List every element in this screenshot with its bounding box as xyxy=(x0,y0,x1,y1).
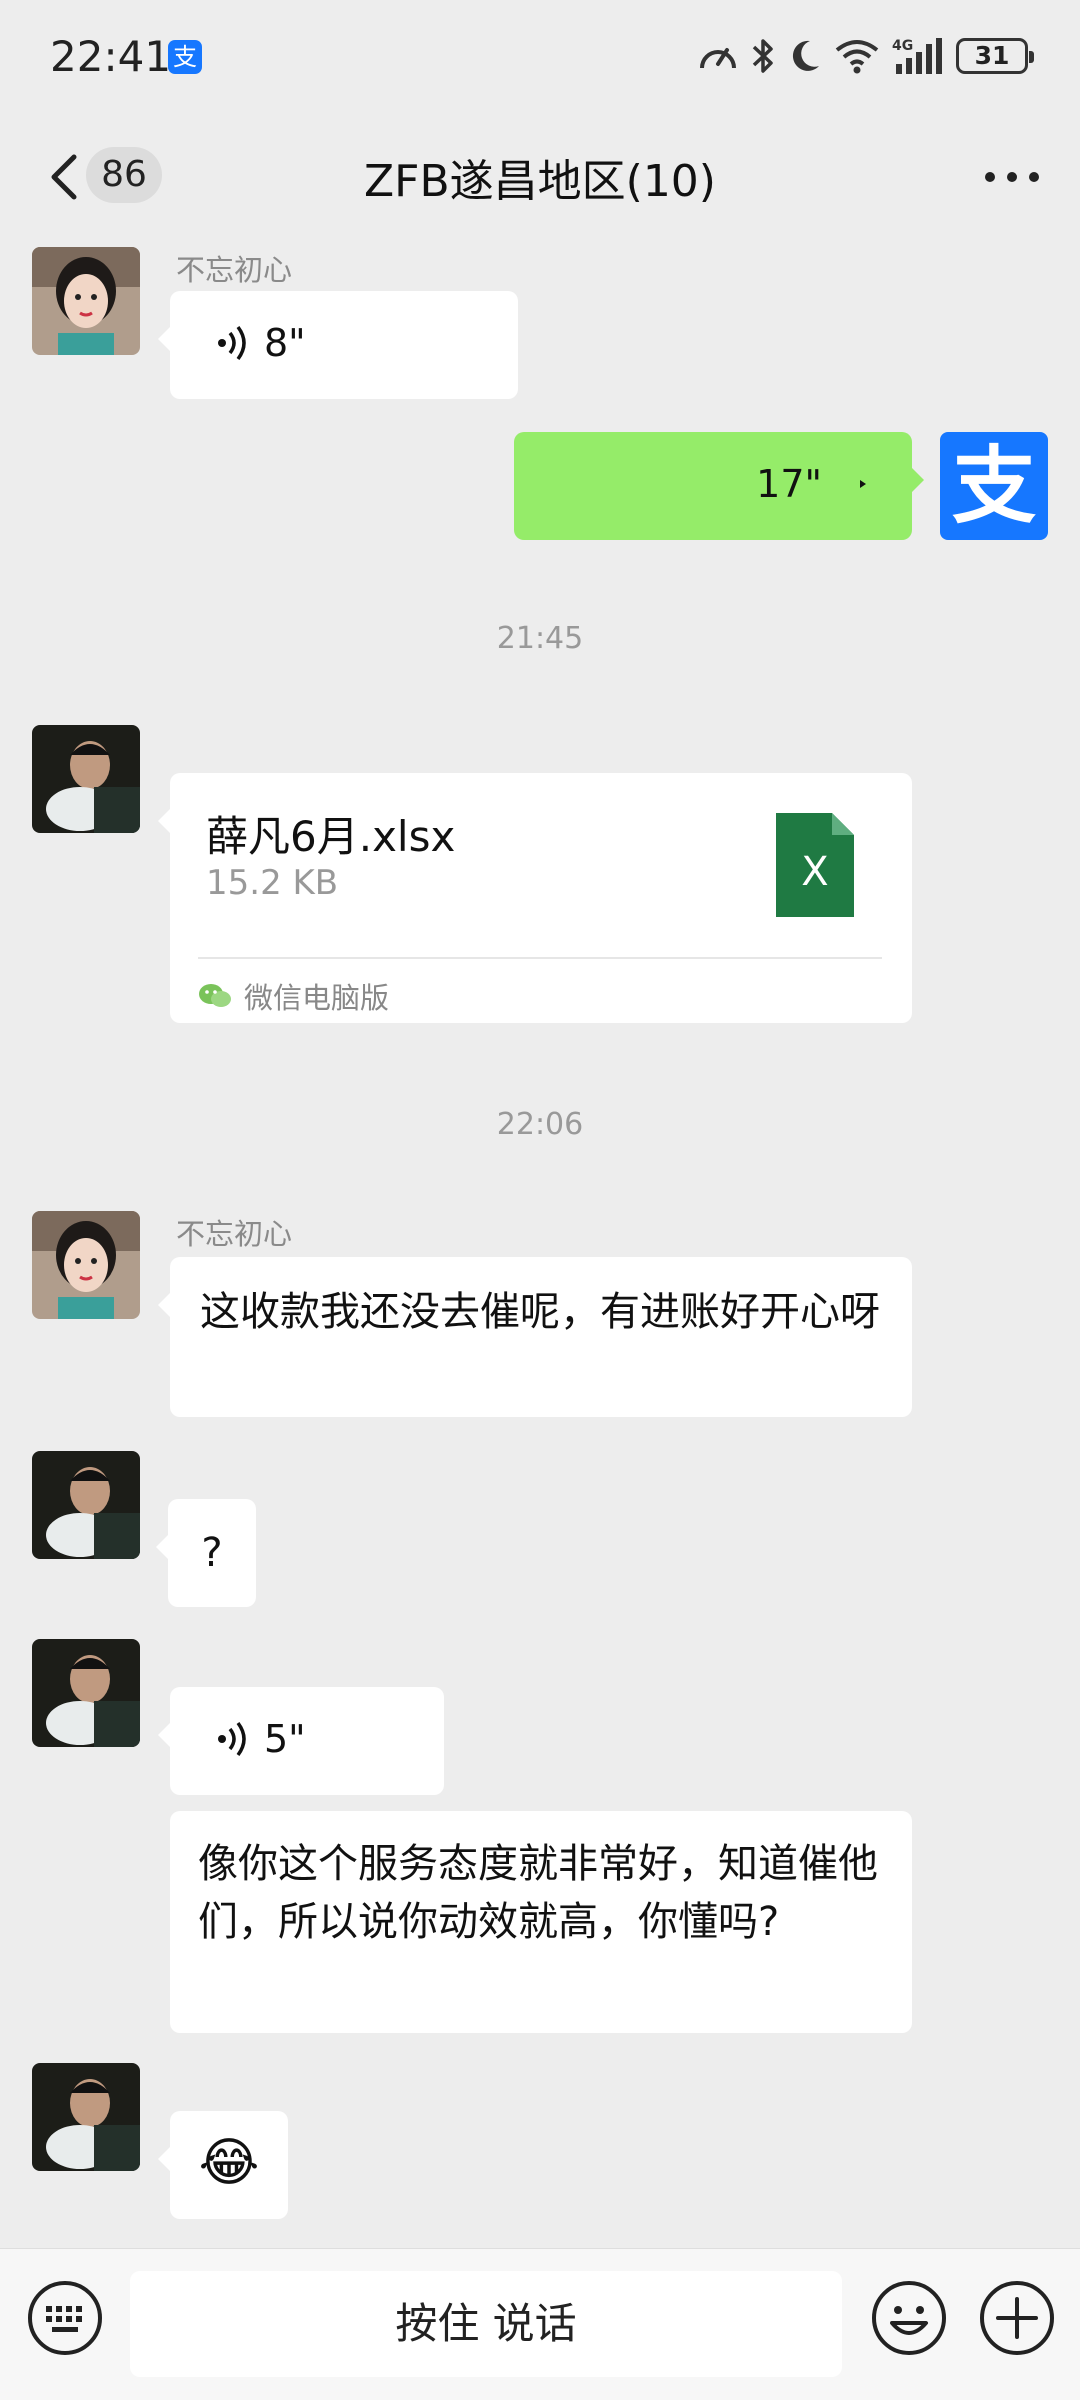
emoji-message[interactable]: 😂 xyxy=(158,2111,288,2219)
voice-wave-icon xyxy=(218,1721,246,1757)
message-text: 像你这个服务态度就非常好，知道催他们，所以说你动效就高，你懂吗? xyxy=(198,1841,878,1945)
chat-header: 86 ZFB遂昌地区(10) xyxy=(0,115,1080,239)
moon-icon xyxy=(792,40,819,71)
divider xyxy=(198,957,882,959)
text-message[interactable]: ? xyxy=(156,1499,256,1607)
status-bar: 22:41 支 4G 31 xyxy=(0,0,1080,115)
bluetooth-icon xyxy=(752,39,773,73)
timestamp-separator: 21:45 xyxy=(496,621,584,656)
voice-message[interactable]: 8" xyxy=(158,291,518,399)
voice-duration: 17" xyxy=(756,462,822,506)
file-source: 微信电脑版 xyxy=(198,975,389,1017)
avatar-buwangchuxin[interactable] xyxy=(32,1211,140,1319)
file-size: 15.2 KB xyxy=(206,863,339,903)
hold-to-talk-button[interactable]: 按住 说话 xyxy=(130,2271,842,2377)
input-bar: 按住 说话 xyxy=(0,2248,1080,2400)
keyboard-toggle-icon[interactable] xyxy=(26,2279,104,2357)
avatar-buwangchuxin[interactable] xyxy=(32,247,140,355)
timestamp-separator: 22:06 xyxy=(496,1107,584,1142)
avatar-male[interactable] xyxy=(32,725,140,833)
message-text: 这收款我还没去催呢，有进账好开心呀 xyxy=(200,1289,880,1335)
message-list[interactable]: 不忘初心 8" 17" 支 21:45 薛凡6月.xlsx 15.2 KB X xyxy=(0,239,1080,2248)
laughing-tears-emoji: 😂 xyxy=(198,2133,260,2193)
voice-wave-icon xyxy=(860,480,866,488)
sender-name: 不忘初心 xyxy=(176,253,293,287)
chat-screen: 22:41 支 4G 31 86 ZFB遂昌地区(10) 不忘初心 8" 17"… xyxy=(0,0,1080,2400)
excel-glyph: X xyxy=(801,849,828,895)
more-actions-plus-icon[interactable] xyxy=(978,2279,1056,2357)
chat-title: ZFB遂昌地区(10) xyxy=(364,156,716,207)
status-icons: 4G 31 xyxy=(698,34,1034,78)
alipay-notification-icon: 支 xyxy=(168,40,202,74)
voice-wave-icon xyxy=(218,325,246,361)
file-name: 薛凡6月.xlsx xyxy=(206,812,456,861)
file-message[interactable]: 薛凡6月.xlsx 15.2 KB X 微信电脑版 xyxy=(158,773,912,1023)
wifi-icon xyxy=(835,40,879,74)
sender-name: 不忘初心 xyxy=(176,1217,293,1251)
wechat-icon xyxy=(199,984,231,1007)
cellular-4g-icon: 4G xyxy=(892,38,942,74)
text-message[interactable]: 像你这个服务态度就非常好，知道催他们，所以说你动效就高，你懂吗? xyxy=(170,1811,912,2033)
avatar-self-alipay[interactable]: 支 xyxy=(940,432,1048,540)
alipay-logo-icon: 支 xyxy=(951,437,1036,535)
text-message[interactable]: 这收款我还没去催呢，有进账好开心呀 xyxy=(158,1257,912,1417)
battery-indicator: 31 xyxy=(956,38,1034,74)
more-options-icon[interactable] xyxy=(980,155,1044,199)
avatar-male[interactable] xyxy=(32,1451,140,1559)
emoji-picker-icon[interactable] xyxy=(870,2279,948,2357)
voice-message[interactable]: 5" xyxy=(158,1687,444,1795)
excel-file-icon: X xyxy=(776,813,854,917)
voice-duration: 5" xyxy=(264,1717,306,1761)
voice-message-self[interactable]: 17" xyxy=(514,432,924,540)
status-time: 22:41 xyxy=(50,32,172,81)
message-text: ? xyxy=(201,1530,223,1576)
speedometer-icon xyxy=(700,48,736,69)
file-source-label: 微信电脑版 xyxy=(244,981,390,1015)
svg-text:4G: 4G xyxy=(892,38,913,54)
avatar-male[interactable] xyxy=(32,2063,140,2171)
avatar-male[interactable] xyxy=(32,1639,140,1747)
voice-duration: 8" xyxy=(264,321,306,365)
